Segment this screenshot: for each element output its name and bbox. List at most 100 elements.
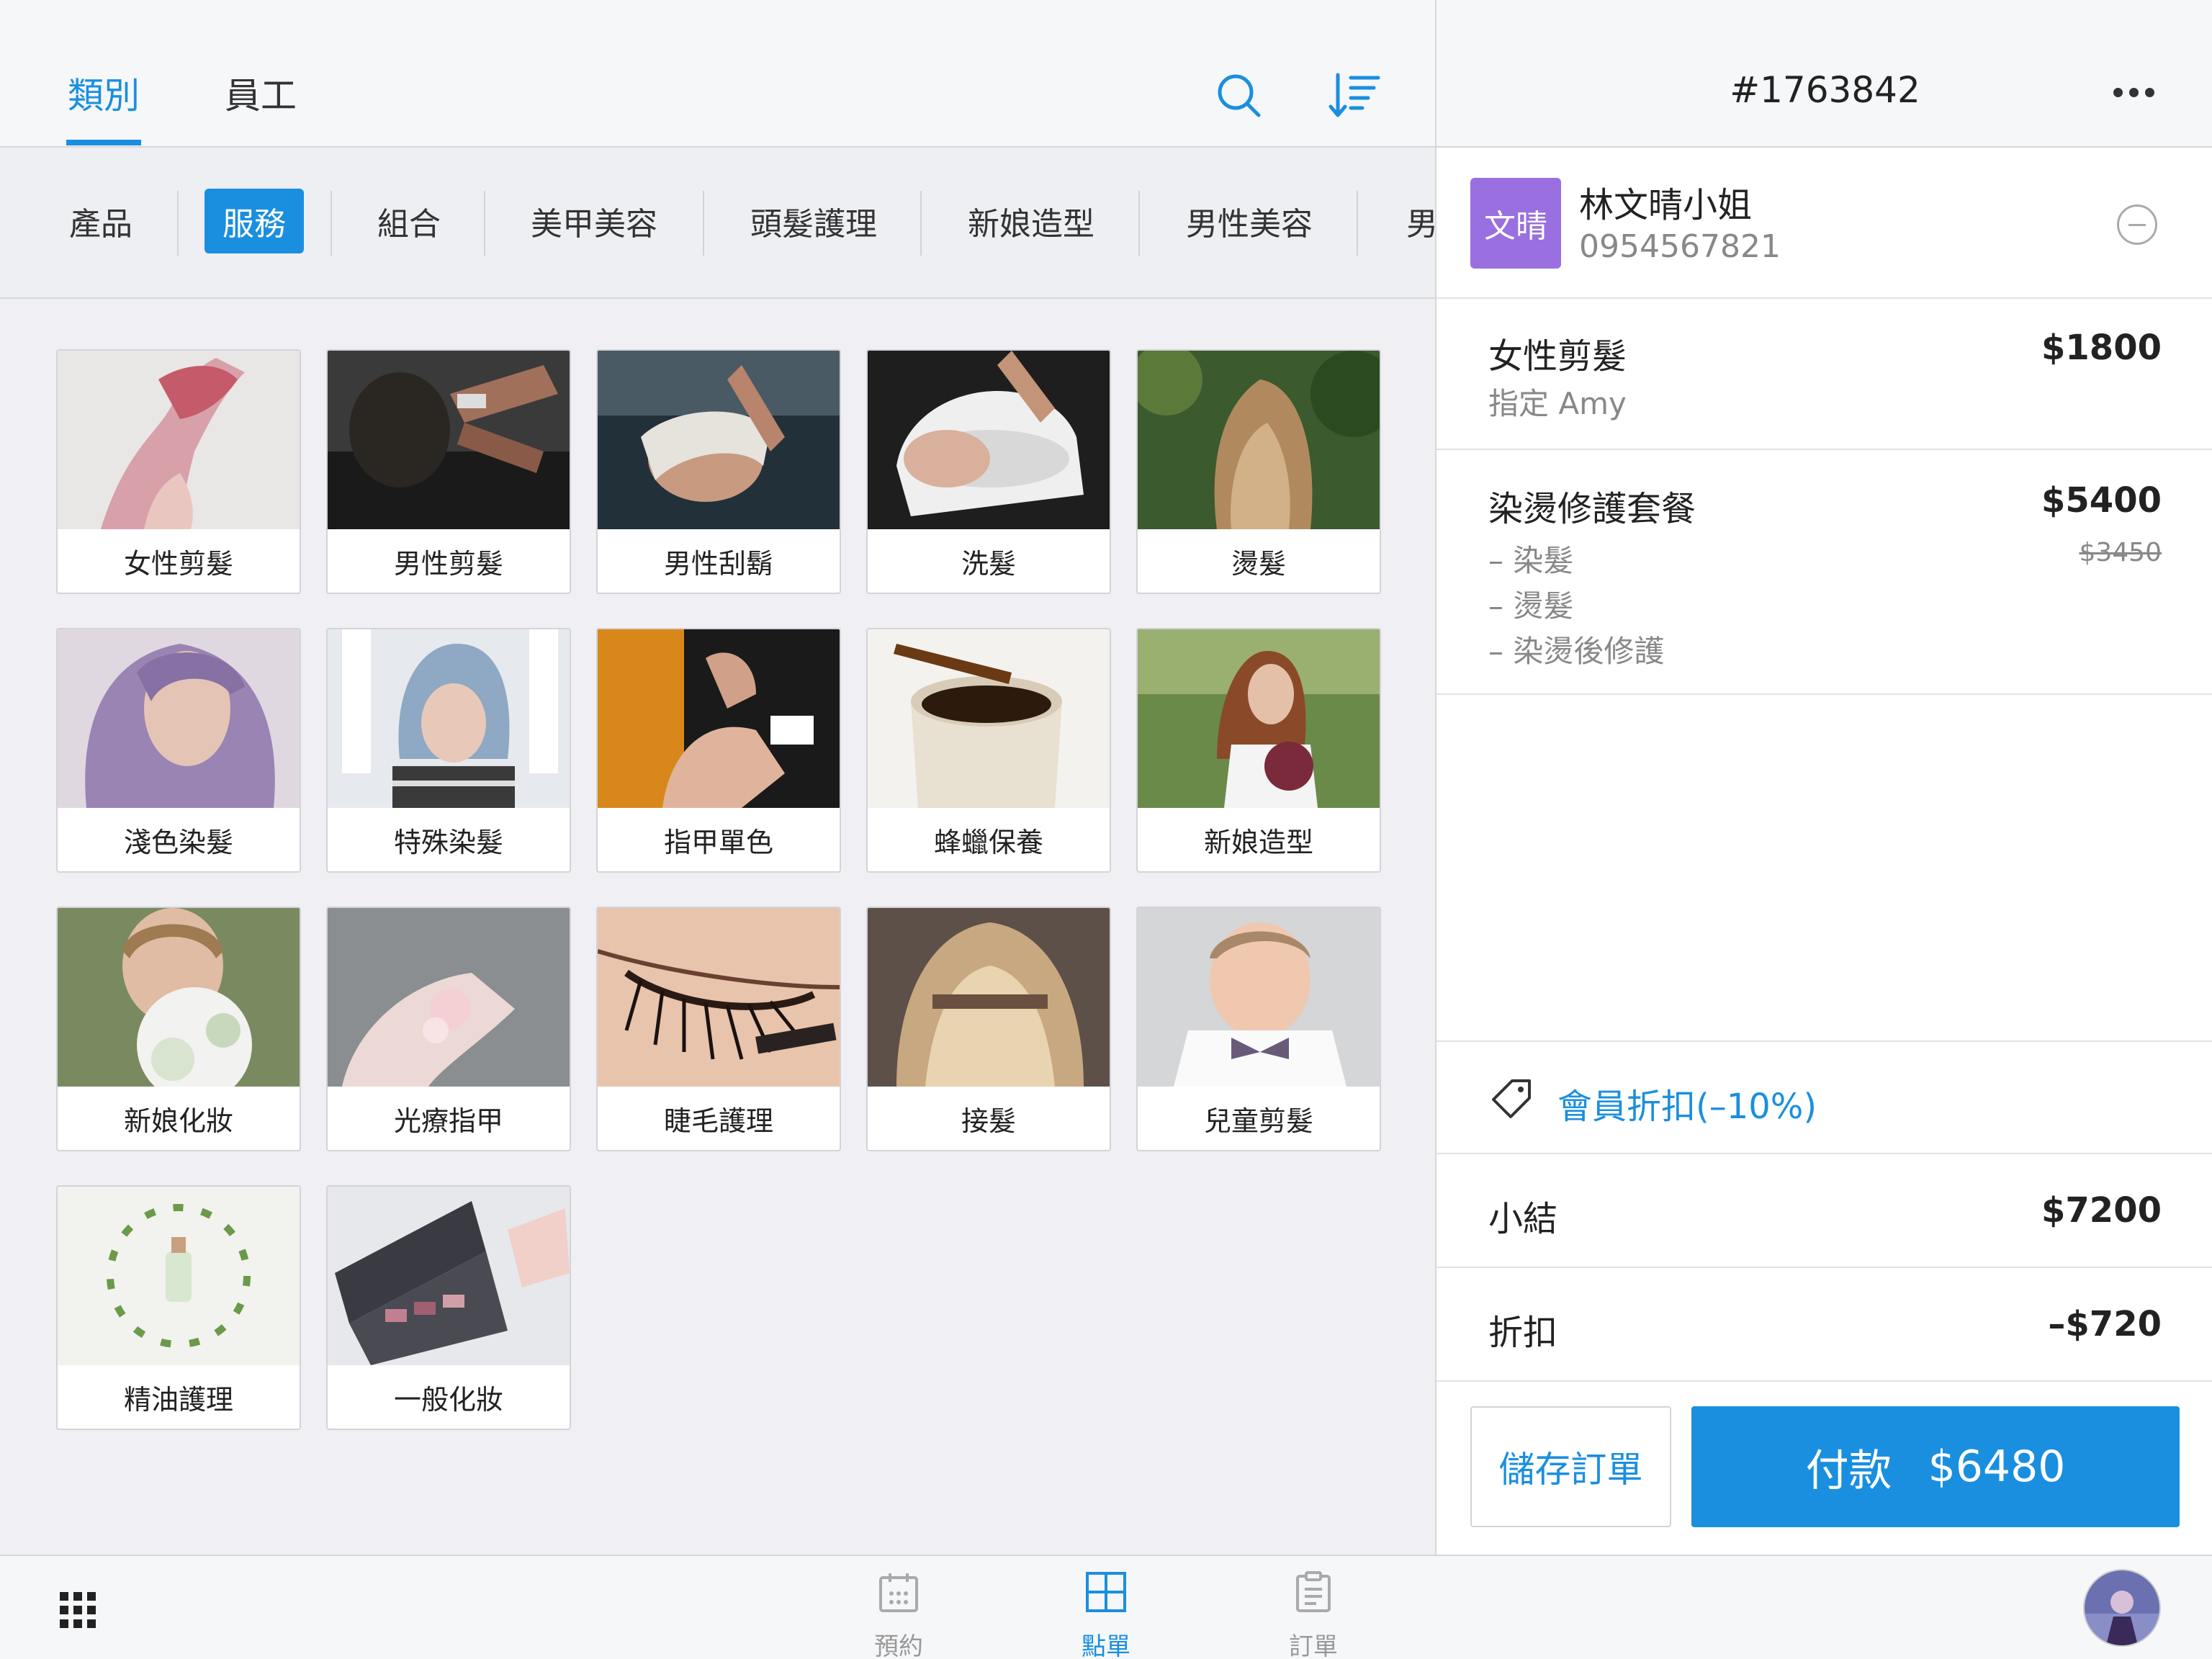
service-card[interactable]: 一般化妝 bbox=[326, 1185, 571, 1430]
order-item[interactable]: 女性剪髮 指定 Amy $1800 bbox=[1437, 299, 2212, 450]
grid-order-icon bbox=[1086, 1572, 1126, 1612]
divider bbox=[484, 191, 485, 256]
tag-icon bbox=[1492, 1079, 1531, 1118]
nav-label: 訂單 bbox=[1289, 1632, 1338, 1659]
service-image bbox=[328, 1187, 570, 1365]
pay-amount: $6480 bbox=[1928, 1442, 2066, 1492]
order-panel: #1763842 文晴 林文晴小姐 0954567821 女性剪髮 指定 Amy… bbox=[1435, 0, 2212, 1555]
service-image bbox=[868, 629, 1110, 808]
service-label: 新娘造型 bbox=[1203, 826, 1313, 858]
pay-button[interactable]: 付款 $6480 bbox=[1691, 1406, 2180, 1527]
service-card[interactable]: 精油護理 bbox=[56, 1185, 301, 1430]
divider bbox=[920, 191, 922, 256]
service-image bbox=[1138, 908, 1380, 1087]
nav-order-entry[interactable]: 點單 bbox=[1063, 1570, 1149, 1659]
active-tab-indicator bbox=[66, 140, 141, 145]
bottom-navigation: 預約 點單 訂單 bbox=[0, 1555, 2212, 1659]
customer-row[interactable]: 文晴 林文晴小姐 0954567821 bbox=[1437, 149, 2212, 299]
customer-phone: 0954567821 bbox=[1579, 228, 1781, 265]
category-mens-more[interactable]: 男 bbox=[1401, 189, 1435, 253]
package-part: – 燙髮 bbox=[1488, 588, 1574, 624]
service-card[interactable]: 兒童剪髮 bbox=[1136, 907, 1381, 1151]
service-card[interactable]: 接髮 bbox=[866, 907, 1111, 1151]
divider bbox=[1138, 191, 1140, 256]
subtotal-value: $7200 bbox=[2041, 1190, 2162, 1231]
tab-staff[interactable]: 員工 bbox=[225, 71, 297, 121]
category-hair-care[interactable]: 頭髮護理 bbox=[745, 189, 882, 253]
service-card[interactable]: 淺色染髮 bbox=[56, 628, 301, 873]
category-mens-grooming[interactable]: 男性美容 bbox=[1181, 189, 1318, 253]
service-label: 新娘化妝 bbox=[123, 1105, 233, 1137]
service-card[interactable]: 燙髮 bbox=[1136, 349, 1381, 594]
service-label: 淺色染髮 bbox=[123, 826, 233, 858]
service-label: 男性剪髮 bbox=[393, 547, 503, 580]
pay-label: 付款 bbox=[1805, 1445, 1892, 1496]
customer-avatar: 文晴 bbox=[1470, 178, 1561, 269]
service-image bbox=[598, 908, 840, 1087]
category-combos[interactable]: 組合 bbox=[373, 189, 445, 253]
service-image bbox=[58, 351, 300, 529]
order-header: #1763842 bbox=[1437, 0, 2212, 148]
more-options-icon[interactable] bbox=[2113, 88, 2157, 98]
service-grid: 女性剪髮 男性剪髮 男性刮鬍 洗髮 燙髮 淺色染髮 特殊染髮 指甲單色 蜂蠟保養… bbox=[0, 300, 1435, 1555]
service-label: 精油護理 bbox=[123, 1383, 233, 1416]
divider bbox=[703, 191, 704, 256]
order-item[interactable]: 染燙修護套餐 $5400 $3450 – 染髮 – 燙髮 – 染燙後修護 bbox=[1437, 450, 2212, 695]
subtotal-row: 小結 $7200 bbox=[1437, 1154, 2212, 1268]
service-card[interactable]: 指甲單色 bbox=[596, 628, 841, 873]
service-card[interactable]: 女性剪髮 bbox=[56, 349, 301, 594]
discount-value: –$720 bbox=[2048, 1304, 2162, 1344]
discount-row: 折扣 –$720 bbox=[1437, 1268, 2212, 1382]
service-label: 光療指甲 bbox=[393, 1105, 503, 1137]
package-part: – 染髮 bbox=[1488, 543, 1574, 578]
service-card[interactable]: 新娘化妝 bbox=[56, 907, 301, 1151]
service-label: 特殊染髮 bbox=[393, 826, 503, 858]
item-price: $5400 bbox=[2041, 480, 2162, 521]
user-avatar[interactable] bbox=[2083, 1569, 2161, 1647]
service-label: 燙髮 bbox=[1231, 547, 1286, 580]
item-price: $1800 bbox=[2041, 328, 2162, 368]
service-card[interactable]: 男性刮鬍 bbox=[596, 349, 841, 594]
service-image bbox=[58, 629, 300, 808]
member-discount-row[interactable]: 會員折扣(–10%) bbox=[1437, 1040, 2212, 1154]
category-products[interactable]: 產品 bbox=[65, 189, 137, 253]
category-bridal[interactable]: 新娘造型 bbox=[963, 189, 1100, 253]
service-card[interactable]: 睫毛護理 bbox=[596, 907, 841, 1151]
service-image bbox=[1138, 351, 1380, 529]
service-image bbox=[1138, 629, 1380, 808]
category-services[interactable]: 服務 bbox=[204, 189, 304, 253]
service-label: 指甲單色 bbox=[663, 826, 773, 858]
discount-label: 折扣 bbox=[1488, 1313, 1558, 1353]
service-label: 女性剪髮 bbox=[123, 547, 233, 580]
category-nails-beauty[interactable]: 美甲美容 bbox=[526, 189, 662, 253]
service-image bbox=[868, 908, 1110, 1087]
item-staff: 指定 Amy bbox=[1488, 386, 1627, 421]
member-discount-label: 會員折扣(–10%) bbox=[1557, 1087, 1817, 1127]
remove-customer-icon[interactable] bbox=[2117, 204, 2157, 245]
service-label: 一般化妝 bbox=[393, 1383, 503, 1416]
service-card[interactable]: 男性剪髮 bbox=[326, 349, 571, 594]
service-image bbox=[328, 351, 570, 529]
nav-label: 點單 bbox=[1082, 1632, 1130, 1659]
service-image bbox=[328, 629, 570, 808]
service-card[interactable]: 新娘造型 bbox=[1136, 628, 1381, 873]
search-icon[interactable] bbox=[1210, 66, 1267, 124]
sort-icon[interactable] bbox=[1326, 66, 1384, 124]
service-card[interactable]: 光療指甲 bbox=[326, 907, 571, 1151]
app-grid-icon[interactable] bbox=[60, 1592, 96, 1628]
nav-appointments[interactable]: 預約 bbox=[855, 1570, 942, 1659]
category-bar: 產品 服務 組合 美甲美容 頭髮護理 新娘造型 男性美容 男 bbox=[0, 149, 1435, 299]
service-card[interactable]: 洗髮 bbox=[866, 349, 1111, 594]
service-label: 洗髮 bbox=[961, 547, 1016, 580]
save-order-button[interactable]: 儲存訂單 bbox=[1470, 1406, 1671, 1527]
divider bbox=[331, 191, 332, 256]
clipboard-icon bbox=[1296, 1571, 1331, 1612]
service-card[interactable]: 蜂蠟保養 bbox=[866, 628, 1111, 873]
item-name: 女性剪髮 bbox=[1488, 336, 1627, 377]
tab-categories[interactable]: 類別 bbox=[68, 71, 140, 121]
service-label: 睫毛護理 bbox=[663, 1105, 773, 1137]
divider bbox=[1357, 191, 1358, 256]
nav-orders[interactable]: 訂單 bbox=[1270, 1570, 1357, 1659]
service-label: 接髮 bbox=[961, 1105, 1016, 1137]
service-card[interactable]: 特殊染髮 bbox=[326, 628, 571, 873]
